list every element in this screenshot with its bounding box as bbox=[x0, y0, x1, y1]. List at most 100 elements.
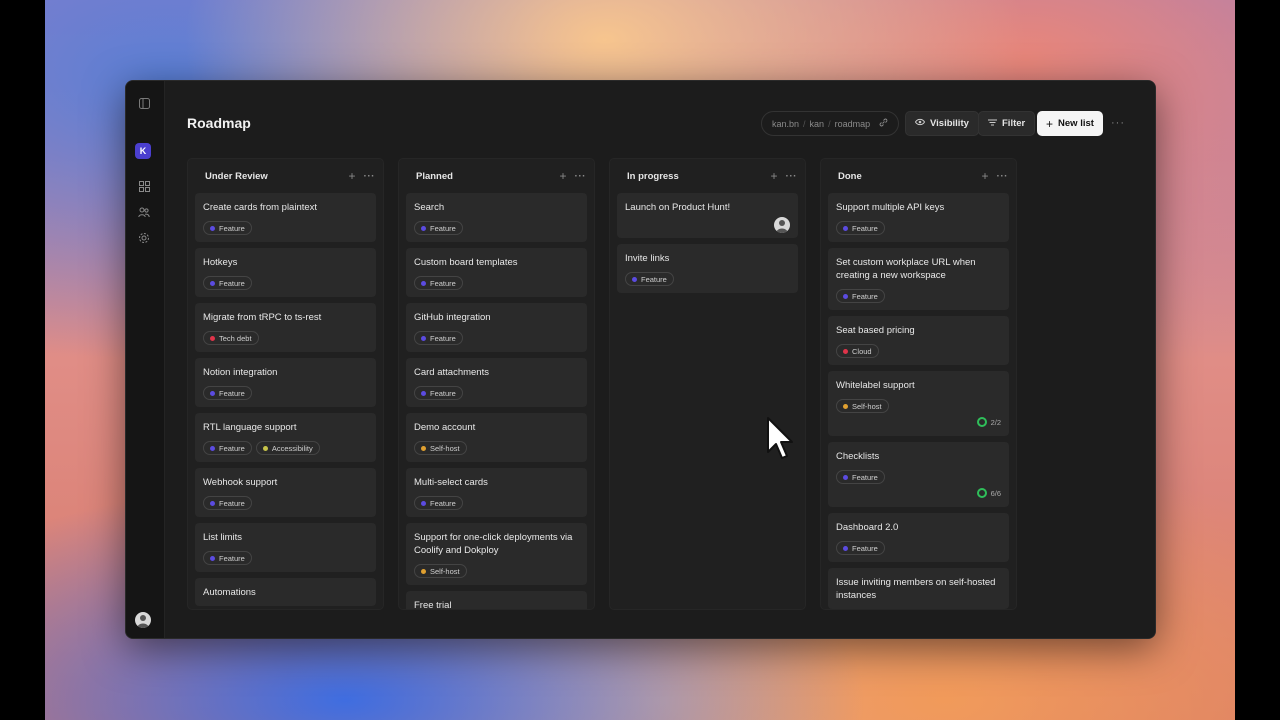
label-text: Accessibility bbox=[271, 443, 313, 453]
add-card-icon[interactable]: + bbox=[981, 169, 988, 183]
breadcrumb-separator: / bbox=[828, 118, 831, 129]
breadcrumb[interactable]: kan.bn / kan / roadmap bbox=[761, 111, 899, 136]
app-window: K Roadmap kan.bn / kan / roadmap Visibil… bbox=[125, 80, 1156, 639]
label-badge: Feature bbox=[414, 331, 463, 345]
card[interactable]: Checklists Feature 6/6 bbox=[828, 442, 1009, 507]
card-title: Whitelabel support bbox=[836, 380, 915, 391]
card-list: Launch on Product Hunt! Invite links Featu… bbox=[610, 193, 805, 293]
card-title: RTL language support bbox=[203, 422, 297, 433]
label-text: Feature bbox=[641, 274, 667, 284]
card[interactable]: Notion integration Feature bbox=[195, 358, 376, 407]
label-color-dot bbox=[210, 500, 215, 506]
label-text: Feature bbox=[430, 223, 456, 233]
card[interactable]: Custom board templates Feature bbox=[406, 248, 587, 297]
label-badge: Feature bbox=[836, 289, 885, 303]
list-column: Done + ··· Support multiple API keys Feature… bbox=[820, 158, 1017, 610]
visibility-label: Visibility bbox=[930, 118, 969, 129]
settings-gear-icon[interactable] bbox=[136, 230, 152, 246]
label-badge: Feature bbox=[203, 441, 252, 455]
card[interactable]: Webhook support Feature bbox=[195, 468, 376, 517]
card[interactable]: Set custom workplace URL when creating a… bbox=[828, 248, 1009, 310]
label-color-dot bbox=[421, 335, 426, 341]
card[interactable]: List limits Feature bbox=[195, 523, 376, 572]
card-title: Card attachments bbox=[414, 367, 489, 378]
card-labels: Cloud bbox=[836, 344, 1001, 358]
add-card-icon[interactable]: + bbox=[559, 169, 566, 183]
label-text: Self-host bbox=[430, 566, 460, 576]
list-header: In progress + ··· bbox=[610, 159, 805, 193]
card[interactable]: Create cards from plaintext Feature bbox=[195, 193, 376, 242]
label-color-dot bbox=[210, 445, 215, 451]
label-text: Feature bbox=[430, 333, 456, 343]
card-title: List limits bbox=[203, 532, 243, 543]
add-card-icon[interactable]: + bbox=[770, 169, 777, 183]
card[interactable]: Invite links Feature bbox=[617, 244, 798, 293]
eye-icon bbox=[914, 118, 926, 129]
card[interactable]: GitHub integration Feature bbox=[406, 303, 587, 352]
link-icon[interactable] bbox=[879, 118, 888, 129]
label-text: Feature bbox=[219, 223, 245, 233]
card-labels: Self-host bbox=[414, 564, 579, 578]
card[interactable]: Support multiple API keys Feature bbox=[828, 193, 1009, 242]
filter-button[interactable]: Filter bbox=[978, 111, 1036, 136]
label-color-dot bbox=[843, 474, 848, 480]
card-title: Custom board templates bbox=[414, 257, 518, 268]
list-title: Done bbox=[838, 170, 862, 182]
card[interactable]: Hotkeys Feature bbox=[195, 248, 376, 297]
card[interactable]: Whitelabel support Self-host 2/2 bbox=[828, 371, 1009, 436]
card[interactable]: Migrate from tRPC to ts-rest Tech debt bbox=[195, 303, 376, 352]
card[interactable]: Multi-select cards Feature bbox=[406, 468, 587, 517]
checklist-progress-icon bbox=[976, 417, 987, 427]
label-text: Tech debt bbox=[219, 333, 252, 343]
card[interactable]: Issue inviting members on self-hosted in… bbox=[828, 568, 1009, 609]
card-title: Automations bbox=[203, 587, 256, 598]
card[interactable]: Automations bbox=[195, 578, 376, 606]
card[interactable]: Demo account Self-host bbox=[406, 413, 587, 462]
sidebar-toggle-icon[interactable] bbox=[136, 95, 152, 111]
card[interactable]: RTL language support Feature Accessibility bbox=[195, 413, 376, 462]
label-badge: Feature bbox=[836, 221, 885, 235]
card-list: Create cards from plaintext Feature Hotkey… bbox=[188, 193, 383, 606]
card-labels: Self-host bbox=[836, 399, 1001, 413]
label-text: Feature bbox=[219, 278, 245, 288]
list-more-icon[interactable]: ··· bbox=[997, 171, 1009, 182]
label-badge: Cloud bbox=[836, 344, 879, 358]
card-labels: Feature bbox=[203, 386, 368, 400]
label-color-dot bbox=[421, 445, 426, 451]
card[interactable]: Search Feature bbox=[406, 193, 587, 242]
list-more-icon[interactable]: ··· bbox=[575, 171, 587, 182]
card-title: Migrate from tRPC to ts-rest bbox=[203, 312, 322, 323]
card[interactable]: Support for one-click deployments via Co… bbox=[406, 523, 587, 585]
card-title: Multi-select cards bbox=[414, 477, 488, 488]
card[interactable]: Card attachments Feature bbox=[406, 358, 587, 407]
label-badge: Self-host bbox=[836, 399, 889, 413]
visibility-button[interactable]: Visibility bbox=[905, 111, 979, 136]
mouse-cursor-icon bbox=[767, 417, 793, 459]
add-card-icon[interactable]: + bbox=[348, 169, 355, 183]
label-badge: Feature bbox=[203, 221, 252, 235]
label-badge: Feature bbox=[414, 386, 463, 400]
workspace-badge[interactable]: K bbox=[135, 143, 151, 159]
user-avatar[interactable] bbox=[135, 612, 151, 628]
new-list-label: New list bbox=[1058, 118, 1094, 129]
list-more-icon[interactable]: ··· bbox=[786, 171, 798, 182]
label-color-dot bbox=[210, 335, 215, 341]
card[interactable]: Free trial bbox=[406, 591, 587, 609]
new-list-button[interactable]: + New list bbox=[1037, 111, 1103, 136]
list-more-icon[interactable]: ··· bbox=[364, 171, 376, 182]
page-title: Roadmap bbox=[187, 115, 251, 131]
card-labels: Feature bbox=[836, 541, 1001, 555]
members-icon[interactable] bbox=[136, 204, 152, 220]
label-text: Feature bbox=[430, 278, 456, 288]
more-options-icon[interactable]: ··· bbox=[1111, 117, 1125, 129]
label-badge: Self-host bbox=[414, 441, 467, 455]
boards-icon[interactable] bbox=[136, 178, 152, 194]
card[interactable]: Dashboard 2.0 Feature bbox=[828, 513, 1009, 562]
card-list: Support multiple API keys Feature Set cust… bbox=[821, 193, 1016, 609]
filter-icon bbox=[988, 118, 997, 129]
card[interactable]: Seat based pricing Cloud bbox=[828, 316, 1009, 365]
card[interactable]: Launch on Product Hunt! bbox=[617, 193, 798, 238]
label-color-dot bbox=[843, 348, 848, 354]
label-badge: Feature bbox=[414, 221, 463, 235]
card-labels: Feature bbox=[414, 496, 579, 510]
